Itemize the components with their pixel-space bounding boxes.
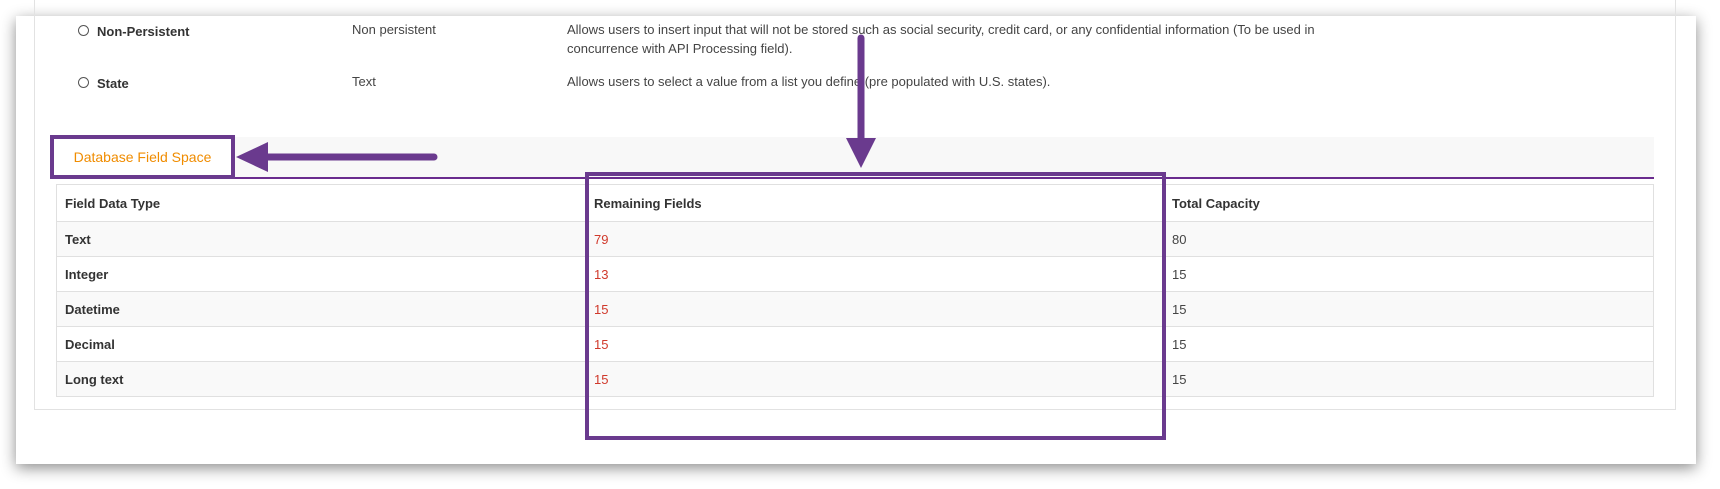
table-row: Decimal 15 15 <box>56 326 1654 362</box>
radio-button-state[interactable] <box>78 77 89 88</box>
field-description: Allows users to select a value from a li… <box>567 72 1367 91</box>
cell-total-capacity: 15 <box>1163 291 1654 327</box>
column-header-field-data-type: Field Data Type <box>56 184 586 222</box>
cell-remaining-fields: 15 <box>585 326 1164 362</box>
field-type-non-persistent[interactable]: Non-Persistent <box>78 24 189 39</box>
cell-total-capacity: 80 <box>1163 221 1654 257</box>
field-description-line: concurrence with API Processing field). <box>567 41 793 56</box>
table-row: Datetime 15 15 <box>56 291 1654 327</box>
field-type-name: State <box>97 76 129 91</box>
field-data-type: Non persistent <box>352 22 436 37</box>
cell-field-data-type: Datetime <box>56 291 586 327</box>
cell-remaining-fields: 15 <box>585 291 1164 327</box>
cell-total-capacity: 15 <box>1163 361 1654 397</box>
field-description-line: Allows users to insert input that will n… <box>567 22 1315 37</box>
field-type-name: Non-Persistent <box>97 24 190 39</box>
cell-field-data-type: Text <box>56 221 586 257</box>
cell-field-data-type: Long text <box>56 361 586 397</box>
cell-field-data-type: Decimal <box>56 326 586 362</box>
field-description: Allows users to insert input that will n… <box>567 20 1367 58</box>
cell-field-data-type: Integer <box>56 256 586 292</box>
cell-total-capacity: 15 <box>1163 326 1654 362</box>
cell-remaining-fields: 13 <box>585 256 1164 292</box>
table-row: Long text 15 15 <box>56 361 1654 397</box>
table-header-row: Field Data Type Remaining Fields Total C… <box>56 184 1654 222</box>
tab-database-field-space[interactable]: Database Field Space <box>50 135 235 179</box>
cell-remaining-fields: 15 <box>585 361 1164 397</box>
table-row: Integer 13 15 <box>56 256 1654 292</box>
section-title: Database Field Space <box>73 149 212 165</box>
cell-total-capacity: 15 <box>1163 256 1654 292</box>
database-field-space-table: Field Data Type Remaining Fields Total C… <box>56 184 1654 397</box>
field-description-line: Allows users to select a value from a li… <box>567 74 1051 89</box>
section-header-bar <box>52 137 1654 179</box>
cell-remaining-fields: 79 <box>585 221 1164 257</box>
table-row: Text 79 80 <box>56 221 1654 257</box>
field-type-state[interactable]: State <box>78 76 129 91</box>
radio-button-non-persistent[interactable] <box>78 25 89 36</box>
field-data-type: Text <box>352 74 376 89</box>
column-header-total-capacity: Total Capacity <box>1163 184 1654 222</box>
column-header-remaining-fields: Remaining Fields <box>585 184 1164 222</box>
